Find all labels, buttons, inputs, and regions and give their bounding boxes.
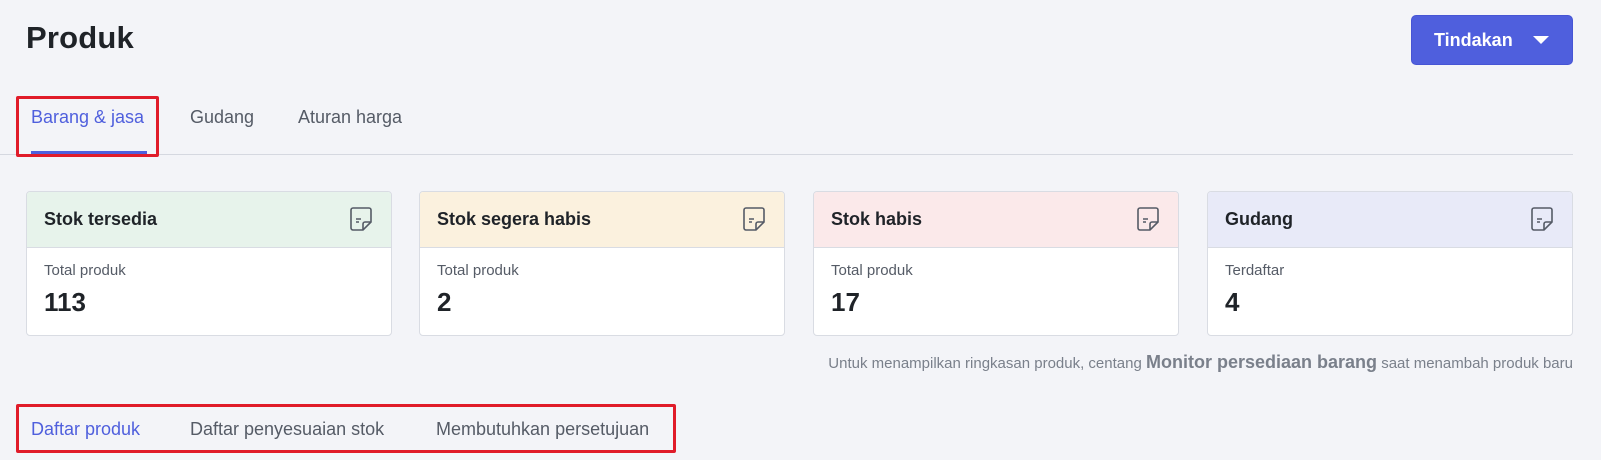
card-title: Stok tersedia	[44, 209, 158, 229]
card-value: 17	[831, 287, 860, 317]
summary-hint: Untuk menampilkan ringkasan produk, cent…	[828, 352, 1573, 373]
hint-emphasis[interactable]: Monitor persediaan barang	[1146, 352, 1377, 372]
main-tabs: Barang & jasa Gudang Aturan harga	[0, 90, 1573, 155]
card-header: Gudang	[1208, 192, 1572, 248]
card-stok-habis[interactable]: Stok habis Total produk 17	[813, 191, 1179, 336]
card-subtitle: Terdaftar	[1225, 262, 1285, 279]
card-gudang[interactable]: Gudang Terdaftar 4	[1207, 191, 1573, 336]
card-title: Stok habis	[831, 209, 923, 229]
highlight-box-sub-tabs	[16, 404, 676, 453]
card-stok-segera-habis[interactable]: Stok segera habis Total produk 2	[419, 191, 785, 336]
tab-aturan-harga[interactable]: Aturan harga	[298, 107, 402, 128]
page-title: Produk	[26, 20, 134, 55]
actions-dropdown-button[interactable]: Tindakan	[1411, 15, 1573, 65]
tab-gudang[interactable]: Gudang	[190, 107, 254, 128]
card-subtitle: Total produk	[437, 262, 519, 279]
card-title: Gudang	[1225, 209, 1293, 229]
report-icon	[1137, 207, 1159, 231]
caret-down-icon	[1533, 36, 1549, 44]
card-value: 113	[44, 287, 86, 317]
hint-suffix: saat menambah produk baru	[1381, 355, 1573, 372]
highlight-box-main-tab	[16, 96, 159, 157]
hint-prefix: Untuk menampilkan ringkasan produk, cent…	[828, 355, 1142, 372]
card-header: Stok segera habis	[420, 192, 784, 248]
card-value: 2	[437, 287, 452, 317]
card-stok-tersedia[interactable]: Stok tersedia Total produk 113	[26, 191, 392, 336]
card-subtitle: Total produk	[44, 262, 126, 279]
card-header: Stok habis	[814, 192, 1178, 248]
card-title: Stok segera habis	[437, 209, 592, 229]
card-value: 4	[1225, 287, 1240, 317]
actions-button-label: Tindakan	[1434, 29, 1513, 50]
report-icon	[743, 207, 765, 231]
report-icon	[1531, 207, 1553, 231]
card-header: Stok tersedia	[27, 192, 391, 248]
report-icon	[350, 207, 372, 231]
card-subtitle: Total produk	[831, 262, 913, 279]
